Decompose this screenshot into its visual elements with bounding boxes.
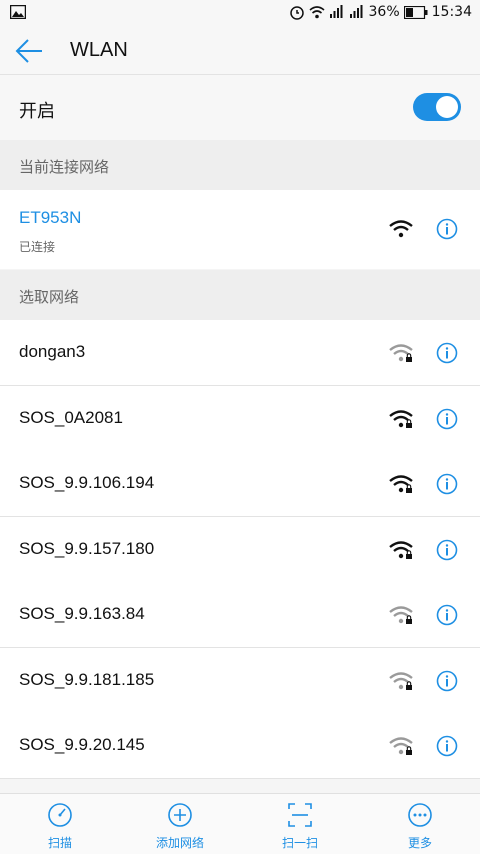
- page-title: WLAN: [70, 39, 128, 61]
- wlan-toggle-row[interactable]: 开启: [0, 75, 480, 140]
- section-header-current: 当前连接网络: [0, 140, 480, 190]
- wifi-locked-icon: [389, 671, 413, 690]
- network-row[interactable]: SOS_9.9.181.185: [0, 647, 480, 714]
- add-network-label: 添加网络: [155, 836, 204, 850]
- wifi-locked-icon: [389, 737, 413, 755]
- plus-circle-icon: [168, 803, 192, 827]
- back-arrow-icon[interactable]: [14, 37, 44, 65]
- info-icon[interactable]: [436, 342, 458, 364]
- wifi-locked-icon: [389, 409, 413, 428]
- alarm-icon: [289, 6, 304, 20]
- section-label: 当前连接网络: [19, 158, 110, 176]
- toggle-knob: [436, 96, 458, 118]
- app-bar: WLAN: [0, 28, 480, 75]
- info-icon[interactable]: [436, 473, 458, 495]
- network-name: SOS_9.9.157.180: [19, 538, 155, 558]
- scan-button[interactable]: 扫描: [0, 794, 120, 854]
- more-dots-icon: [408, 803, 432, 827]
- wifi-locked-icon: [389, 344, 413, 362]
- info-icon[interactable]: [436, 218, 458, 240]
- info-icon[interactable]: [436, 670, 458, 692]
- scan-radar-icon: [48, 803, 72, 827]
- wifi-status-icon: [308, 6, 325, 19]
- image-notification-icon: [10, 5, 26, 19]
- bottom-toolbar: 扫描 添加网络 扫一扫 更多: [0, 793, 480, 854]
- info-icon[interactable]: [436, 604, 458, 626]
- network-name: SOS_9.9.20.145: [19, 735, 145, 754]
- network-row[interactable]: SOS_9.9.106.194: [0, 451, 480, 517]
- current-network-row[interactable]: ET953N 已连接: [0, 190, 480, 269]
- info-icon[interactable]: [436, 735, 458, 757]
- network-row[interactable]: SOS_9.9.20.145: [0, 713, 480, 779]
- battery-percent: 36%: [368, 4, 400, 20]
- info-icon[interactable]: [436, 539, 458, 561]
- info-icon[interactable]: [436, 408, 458, 430]
- clock: 15:34: [431, 4, 472, 20]
- section-label: 选取网络: [19, 288, 80, 306]
- more-label: 更多: [407, 836, 432, 850]
- network-row[interactable]: SOS_0A2081: [0, 385, 480, 452]
- add-network-button[interactable]: 添加网络: [120, 794, 240, 854]
- network-name: SOS_9.9.106.194: [19, 473, 155, 492]
- network-row[interactable]: dongan3: [0, 320, 480, 386]
- battery-icon: [403, 5, 428, 19]
- qr-scan-icon: [288, 803, 312, 827]
- wifi-locked-icon: [389, 606, 413, 624]
- signal-icon-1: [329, 5, 343, 18]
- connection-status: 已连接: [19, 240, 56, 254]
- toggle-label: 开启: [19, 101, 55, 122]
- scan-code-label: 扫一扫: [281, 836, 318, 850]
- network-name: SOS_9.9.163.84: [19, 604, 145, 623]
- network-name: SOS_9.9.181.185: [19, 669, 155, 689]
- more-button[interactable]: 更多: [360, 794, 480, 854]
- wifi-locked-icon: [389, 475, 413, 493]
- current-network-name: ET953N: [19, 208, 82, 227]
- network-name: dongan3: [19, 342, 86, 361]
- signal-icon-2: [349, 5, 363, 18]
- wifi-strong-icon: [389, 220, 413, 238]
- wlan-toggle-switch[interactable]: [413, 93, 461, 121]
- network-name: SOS_0A2081: [19, 407, 123, 427]
- network-row[interactable]: SOS_9.9.163.84: [0, 582, 480, 648]
- wifi-locked-icon: [389, 540, 413, 559]
- scan-code-button[interactable]: 扫一扫: [240, 794, 360, 854]
- network-row[interactable]: SOS_9.9.157.180: [0, 516, 480, 583]
- section-header-available: 选取网络: [0, 270, 480, 320]
- scan-label: 扫描: [47, 836, 72, 850]
- status-bar: 36% 15:34: [0, 0, 480, 28]
